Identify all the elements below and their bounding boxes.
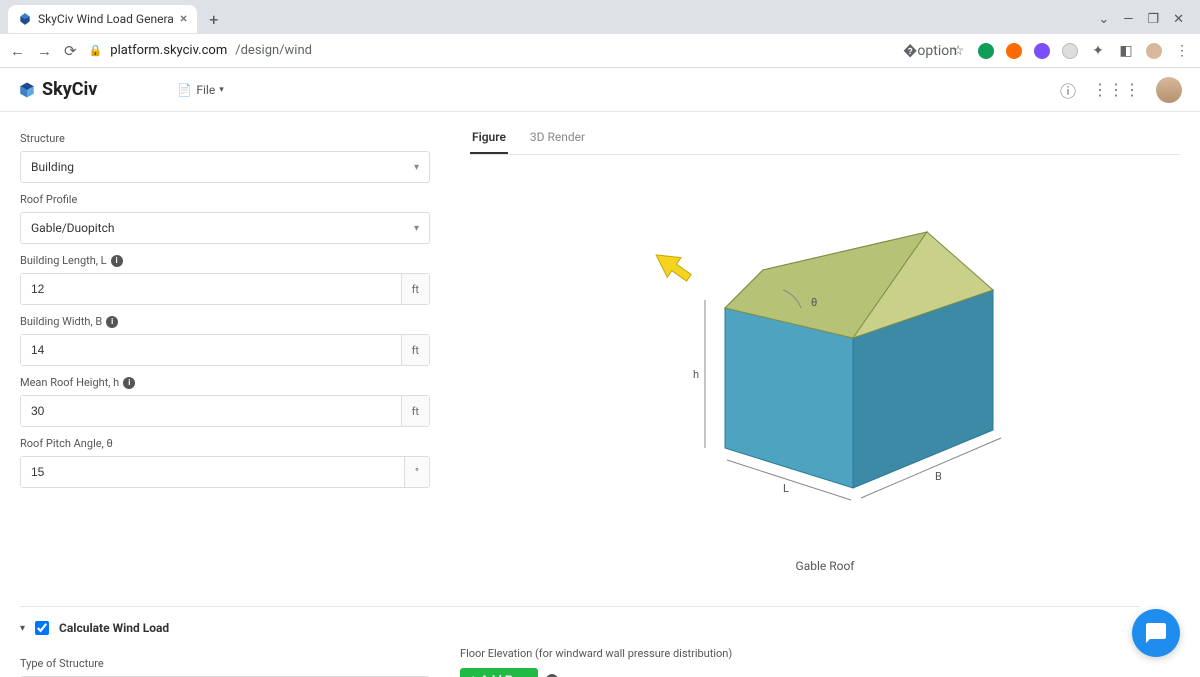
file-label: File [196,83,215,97]
brand-logo[interactable]: SkyCiv [18,79,97,100]
structure-value: Building [31,160,74,174]
height-unit: ft [401,396,429,426]
add-row-button[interactable]: + Add Row [460,668,538,677]
menu-icon[interactable]: ⋮ [1174,43,1190,59]
svg-text:θ: θ [811,296,817,309]
type-structure-label: Type of Structure [20,657,430,670]
profile-avatar[interactable] [1146,43,1162,59]
lock-icon: 🔒 [89,44,103,57]
section-title: Calculate Wind Load [59,621,169,635]
chat-icon [1144,621,1168,645]
chevron-down-icon: ▾ [414,162,419,173]
maximize-icon[interactable]: ❐ [1147,12,1159,27]
chevron-down-icon: ▾ [414,223,419,234]
ext1-icon[interactable] [978,43,994,59]
svg-text:h: h [693,368,699,381]
calculate-checkbox[interactable] [35,621,49,635]
length-label: Building Length, L i [20,254,430,267]
pitch-input[interactable] [21,457,404,487]
ext3-icon[interactable] [1034,43,1050,59]
length-input[interactable] [21,274,401,304]
pitch-label: Roof Pitch Angle, θ [20,437,430,450]
extensions-icon[interactable]: ✦ [1090,43,1106,59]
help-icon[interactable]: ⓘ [1060,78,1076,102]
tab-3d-render[interactable]: 3D Render [528,122,587,154]
reload-icon[interactable]: ⟳ [64,42,77,60]
brand-text: SkyCiv [42,79,97,100]
tab-figure[interactable]: Figure [470,122,508,154]
new-tab-button[interactable]: + [201,6,226,33]
info-icon[interactable]: i [106,316,118,328]
roof-profile-select[interactable]: Gable/Duopitch ▾ [20,212,430,244]
side-panel-icon[interactable]: ◧ [1118,43,1134,59]
browser-tab-title: SkyCiv Wind Load Genera [38,12,174,26]
info-icon[interactable]: i [123,377,135,389]
roof-profile-label: Roof Profile [20,193,430,206]
forward-icon[interactable]: → [37,42,52,60]
chat-button[interactable] [1132,609,1180,657]
height-input[interactable] [21,396,401,426]
file-icon: 📄 [177,83,192,97]
collapse-icon[interactable]: ▾ [20,623,25,634]
roof-profile-value: Gable/Duopitch [31,221,114,235]
url-host: platform.skyciv.com [110,43,227,58]
apps-icon[interactable]: ⋮⋮⋮ [1092,80,1140,99]
chevron-down-icon: ▾ [219,85,224,95]
ext4-icon[interactable] [1062,43,1078,59]
structure-label: Structure [20,132,430,145]
chevron-down-icon[interactable]: ⌄ [1098,12,1109,27]
svg-text:B: B [935,470,942,483]
file-menu[interactable]: 📄 File ▾ [177,83,223,97]
length-unit: ft [401,274,429,304]
url-path: /design/wind [235,43,312,58]
share-icon[interactable]: �option [922,43,938,59]
width-label: Building Width, B i [20,315,430,328]
browser-tab[interactable]: SkyCiv Wind Load Genera × [8,5,197,33]
ext2-icon[interactable] [1006,43,1022,59]
skyciv-favicon-icon [18,12,32,26]
width-unit: ft [401,335,429,365]
width-input[interactable] [21,335,401,365]
svg-text:L: L [783,482,789,495]
close-window-icon[interactable]: ✕ [1173,12,1184,27]
info-icon[interactable]: i [111,255,123,267]
figure-caption: Gable Roof [470,559,1180,573]
minimize-icon[interactable]: — [1123,12,1133,27]
skyciv-logo-icon [18,81,36,99]
gable-roof-diagram: h L B θ [615,190,1035,530]
star-icon[interactable]: ☆ [950,43,966,59]
close-tab-icon[interactable]: × [180,11,187,27]
structure-select[interactable]: Building ▾ [20,151,430,183]
height-label: Mean Roof Height, h i [20,376,430,389]
address-bar[interactable]: 🔒 platform.skyciv.com/design/wind [89,43,910,58]
figure-canvas: h L B θ [470,165,1180,555]
user-avatar[interactable] [1156,77,1182,103]
pitch-unit: ° [404,457,429,487]
back-icon[interactable]: ← [10,42,25,60]
